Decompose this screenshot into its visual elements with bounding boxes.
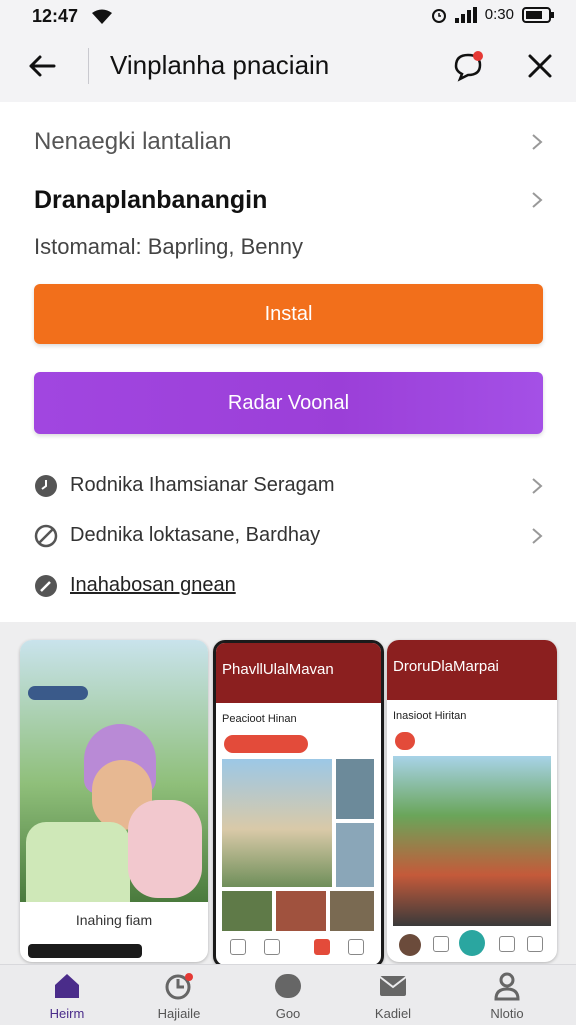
screenshot-pill [395,732,415,750]
screenshot-header: PhavllUlalMavan [216,643,381,703]
info-row-developer: Istomamal: Baprling, Benny [34,234,548,260]
chevron-right-icon [532,134,543,150]
nav-profile[interactable]: Nlotio [462,971,552,1021]
screenshot-1[interactable]: Inahing fiam [20,640,208,962]
bottom-navigation: Heirm Hajiaile Goo Kadiel Nlotio [0,964,576,1025]
signal-icon [454,6,477,23]
screenshot-nav-icon [314,939,330,955]
screenshot-bar [28,944,142,958]
install-button[interactable]: Instal [34,284,543,344]
screenshot-photo-small [336,823,374,887]
app-name: Dranaplanbanangin [34,186,268,214]
screenshot-thumb [276,891,326,931]
plush-toy [128,800,202,898]
screenshot-3[interactable]: DroruDlaMarpai Inasioot Hiritan [387,640,557,962]
screenshot-thumb [222,891,272,931]
screenshot-pill [224,735,308,753]
chevron-right-icon [532,478,543,494]
screenshot-nav-icon [527,936,543,952]
info-row-label: Nenaegki lantalian [34,128,232,155]
radar-button[interactable]: Radar Voonal [34,372,543,434]
chat-notification-icon[interactable] [450,48,486,84]
clock-icon [35,475,57,497]
apps-icon [165,973,193,1000]
screenshot-subtitle: Inasioot Hiritan [393,710,467,722]
screenshot-fab [459,930,485,956]
nav-label: Nlotio [490,1006,524,1021]
screenshot-gallery[interactable]: Inahing fiam PhavllUlalMavan Peacioot Hi… [0,622,576,968]
link-label: Rodnika Ihamsianar Seragam [70,474,335,496]
appbar-divider [88,48,89,84]
screenshot-photo [393,756,551,926]
screenshot-subtitle: Peacioot Hinan [222,713,297,725]
page-title: Vinplanha pnaciain [110,50,330,80]
nav-label: Kadiel [374,1006,412,1021]
screenshot-nav-icon [433,936,449,952]
link-label: Inahabosan gnean [70,574,236,596]
battery-icon [522,6,554,23]
battery-percent: 0:30 [484,6,514,23]
screenshot-nav-icon [499,936,515,952]
wifi-icon [92,9,112,24]
link-label: Dednika loktasane, Bardhay [70,524,321,546]
mail-icon [379,976,407,996]
block-icon [34,524,58,548]
chevron-right-icon [532,192,543,208]
nav-games[interactable]: Goo [243,971,333,1021]
person-shirt [26,822,130,902]
close-icon[interactable] [524,50,556,82]
info-row-category[interactable]: Nenaegki lantalian [34,128,548,156]
back-arrow-icon[interactable] [26,50,58,82]
nav-apps[interactable]: Hajiaile [134,971,224,1021]
games-icon [275,974,301,998]
nav-mail[interactable]: Kadiel [348,971,438,1021]
info-row-app-name[interactable]: Dranaplanbanangin [34,186,548,215]
screenshot-nav-icon [230,939,246,955]
status-indicators: 0:30 [431,6,554,23]
screenshot-caption: Inahing fiam [75,912,153,928]
screenshot-2[interactable]: PhavllUlalMavan Peacioot Hinan [213,640,384,968]
screenshot-photo-small [336,759,374,819]
nav-label: Heirm [49,1006,85,1021]
home-icon [55,974,79,998]
chevron-right-icon [532,528,543,544]
screenshot-nav-icon [348,939,364,955]
alarm-icon [431,8,446,23]
status-bar: 12:47 0:30 [0,0,576,32]
profile-icon [494,972,520,1001]
nav-home[interactable]: Heirm [22,971,112,1021]
developer-text: Istomamal: Baprling, Benny [34,234,304,259]
nav-label: Goo [275,1006,301,1021]
screenshot-thumb [330,891,374,931]
nav-label: Hajiaile [157,1006,201,1021]
status-time: 12:47 [32,6,79,26]
screenshot-photo [222,759,332,887]
screenshot-nav-icon [264,939,280,955]
app-bar: Vinplanha pnaciain [0,32,576,102]
screenshot-header: DroruDlaMarpai [387,640,557,700]
edit-icon [35,575,57,597]
photo-tag [28,686,88,700]
screenshot-avatar [399,934,421,956]
